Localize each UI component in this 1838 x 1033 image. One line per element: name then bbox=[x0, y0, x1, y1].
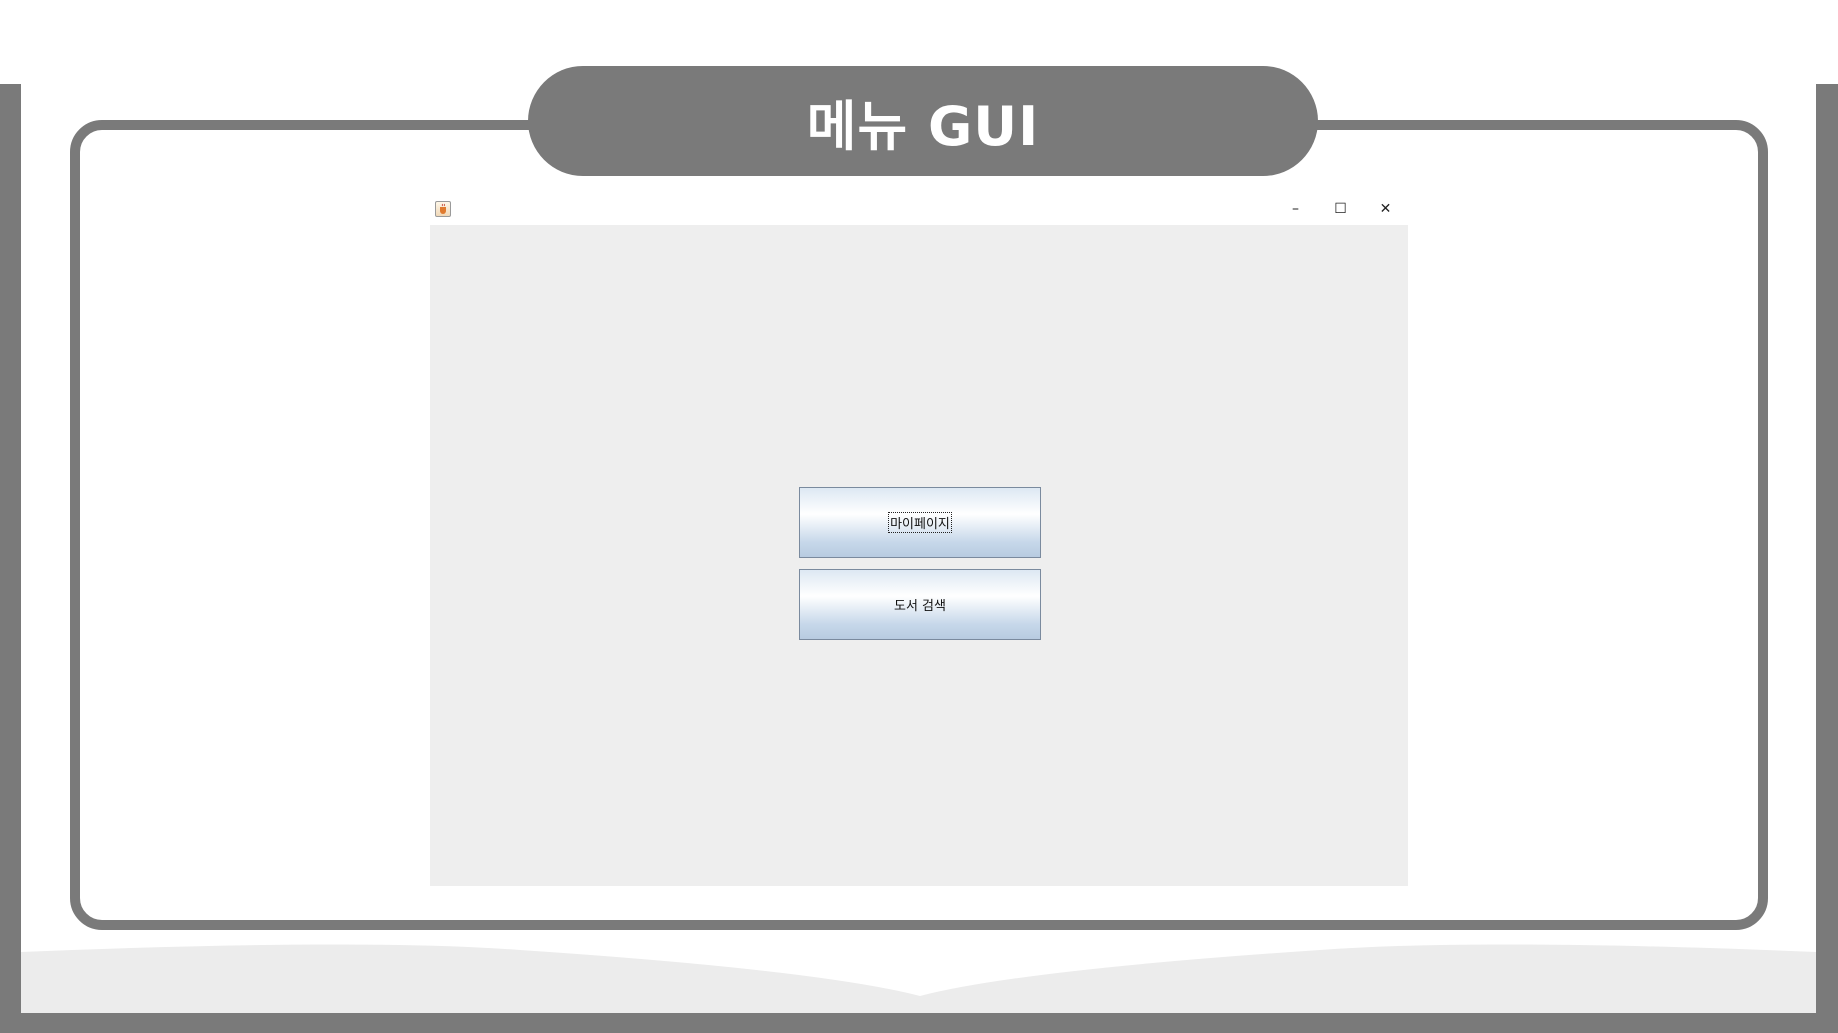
book-frame-bottom bbox=[0, 1013, 1838, 1033]
title-banner: 메뉴 GUI bbox=[528, 66, 1318, 176]
window-titlebar[interactable]: – ☐ ✕ bbox=[430, 198, 1408, 225]
book-search-button[interactable]: 도서 검색 bbox=[799, 569, 1041, 640]
minimize-icon: – bbox=[1292, 201, 1299, 217]
close-icon: ✕ bbox=[1379, 201, 1392, 217]
mypage-button[interactable]: 마이페이지 bbox=[799, 487, 1041, 558]
java-coffee-icon bbox=[435, 201, 451, 217]
mypage-button-label: 마이페이지 bbox=[888, 512, 952, 533]
slide-title: 메뉴 GUI bbox=[806, 94, 1040, 158]
maximize-button[interactable]: ☐ bbox=[1318, 198, 1363, 220]
book-search-button-label: 도서 검색 bbox=[894, 599, 946, 614]
window-content: 마이페이지 도서 검색 bbox=[430, 225, 1408, 886]
maximize-icon: ☐ bbox=[1334, 201, 1347, 217]
java-window: – ☐ ✕ 마이페이지 도서 검색 bbox=[430, 198, 1408, 886]
close-button[interactable]: ✕ bbox=[1363, 198, 1408, 220]
minimize-button[interactable]: – bbox=[1273, 198, 1318, 220]
